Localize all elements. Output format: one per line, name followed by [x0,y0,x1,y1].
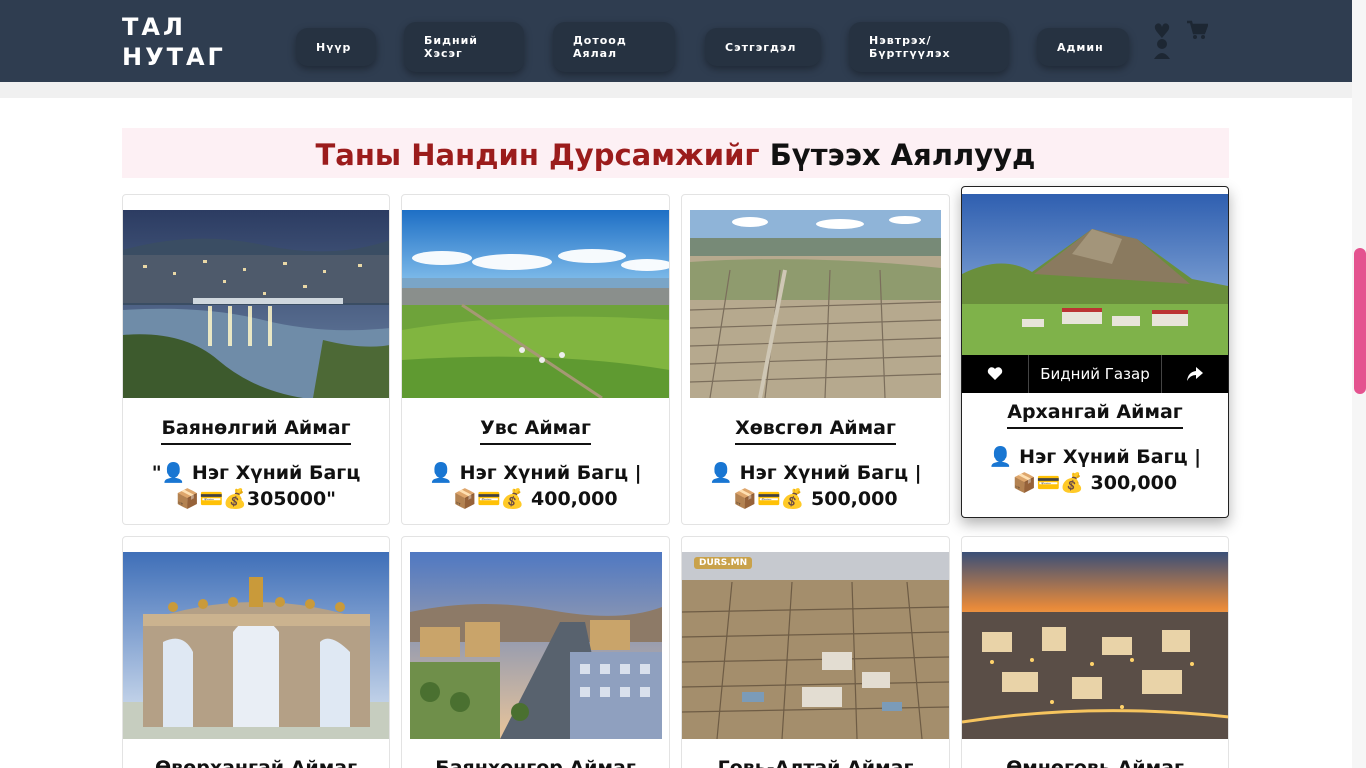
tour-card-arkhangai[interactable]: Бидний Газар Архангай Аймаг 👤 Нэг Хүний … [961,186,1229,518]
tour-name: Өвөрхангай Аймаг [123,757,389,768]
tour-name: Хөвсгөл Аймаг [682,417,949,445]
tour-name: Баянөлгий Аймаг [123,417,389,445]
tour-card-ovorkhangai[interactable]: Өвөрхангай Аймаг [122,536,390,768]
header-shadow-band [0,82,1352,98]
tour-image[interactable] [962,552,1228,739]
share-button[interactable] [1162,355,1228,393]
tour-image[interactable] [410,552,662,739]
tour-image[interactable] [123,210,389,398]
our-place-button[interactable]: Бидний Газар [1029,355,1162,393]
nav-about-button[interactable]: Бидний Хэсэг [404,22,524,72]
tour-image[interactable] [402,210,669,398]
section-title-highlight: Таны Нандин Дурсамжийг [315,138,760,172]
user-icon[interactable] [1153,38,1171,65]
tour-image[interactable] [690,210,941,398]
cart-icon[interactable] [1186,20,1209,45]
brand-line-2: НУТАГ [122,43,226,71]
brand-line-1: ТАЛ [122,13,186,41]
heart-icon [987,367,1003,380]
tour-image[interactable] [682,552,949,739]
tour-card-bayan-olgii[interactable]: Баянөлгий Аймаг "👤 Нэг Хүний Багц 📦💳💰305… [122,194,390,525]
tour-card-uvs[interactable]: Увс Аймаг 👤 Нэг Хүний Багц | 📦💳💰 400,000 [401,194,670,525]
tour-card-omnogovi[interactable]: Өмнөговь Аймаг [961,536,1229,768]
section-title: Таны Нандин Дурсамжийг Бүтээх Аяллууд [122,128,1229,178]
tour-card-khovsgol[interactable]: Хөвсгөл Аймаг 👤 Нэг Хүний Багц | 📦💳💰 500… [681,194,950,525]
tour-name: Говь-Алтай Аймаг [682,757,949,768]
nav-home-button[interactable]: Нүүр [296,28,376,66]
top-navbar: ТАЛ НУТАГ Нүүр Бидний Хэсэг Дотоод Аялал… [0,0,1352,82]
tour-name: Өмнөговь Аймаг [962,757,1228,768]
tour-name: Архангай Аймаг [962,401,1228,429]
section-title-rest: Бүтээх Аяллууд [769,138,1036,172]
card-action-bar: Бидний Газар [962,355,1228,393]
watermark-badge: DURS.MN [694,557,753,569]
tour-price: 👤 Нэг Хүний Багц | 📦💳💰 500,000 [709,462,922,510]
nav-domestic-tour-button[interactable]: Дотоод Аялал [553,22,675,72]
tour-card-govi-altai[interactable]: DURS.MN Говь-Алтай Аймаг [681,536,950,768]
nav-login-register-button[interactable]: Нэвтрэх/ Бүртгүүлэх [849,22,1009,72]
tour-name: Увс Аймаг [402,417,669,445]
nav-admin-button[interactable]: Админ [1037,28,1129,66]
tour-price: 👤 Нэг Хүний Багц | 📦💳💰 400,000 [429,462,642,510]
tour-price: 👤 Нэг Хүний Багц | 📦💳💰 300,000 [988,446,1202,494]
tour-image[interactable] [962,194,1228,356]
share-icon [1187,367,1203,381]
nav-reviews-button[interactable]: Сэтгэгдэл [705,28,821,66]
favorite-button[interactable] [962,355,1029,393]
tour-name: Баянхонгор Аймаг [402,757,669,768]
tour-price: "👤 Нэг Хүний Багц 📦💳💰305000" [151,462,361,510]
tour-card-bayankhongor[interactable]: Баянхонгор Аймаг [401,536,670,768]
scrollbar-thumb[interactable] [1354,248,1366,394]
tour-image[interactable] [123,552,389,739]
brand-logo[interactable]: ТАЛ НУТАГ [122,12,226,72]
